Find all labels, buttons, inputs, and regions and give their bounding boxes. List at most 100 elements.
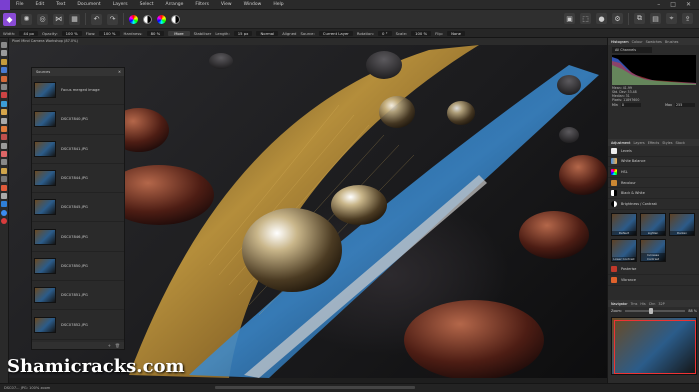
preset-default[interactable]: Default	[611, 212, 637, 236]
menu-document[interactable]: Document	[71, 2, 106, 7]
auto-contrast-icon[interactable]	[143, 14, 152, 24]
tab-channels[interactable]: Chn	[649, 302, 656, 306]
tab-navigator[interactable]: Navigator	[611, 302, 628, 306]
align-icon[interactable]: ▤	[650, 13, 661, 24]
menu-select[interactable]: Select	[134, 2, 160, 7]
scale-field[interactable]: 100 %	[411, 30, 432, 36]
preset-lower-contrast[interactable]: Lower Contrast	[611, 238, 637, 262]
tab-swatches[interactable]: Swatches	[646, 40, 662, 44]
menu-text[interactable]: Text	[50, 2, 71, 7]
adjustment-posterise[interactable]: Posterise	[608, 265, 699, 276]
dodge-brush-icon[interactable]	[1, 125, 7, 132]
assistant-icon[interactable]: ⚙	[612, 13, 623, 24]
auto-levels-icon[interactable]	[171, 14, 180, 24]
adjustment-vibrance[interactable]: Vibrance	[608, 275, 699, 286]
colour-picker-icon[interactable]	[1, 92, 7, 99]
smudge-brush-icon[interactable]	[1, 142, 7, 149]
pen-tool-icon[interactable]	[1, 167, 7, 174]
tone-map-persona-icon[interactable]: ⋈	[53, 13, 64, 25]
flood-select-icon[interactable]	[1, 75, 7, 82]
menu-window[interactable]: Window	[238, 2, 268, 7]
preset-lighten[interactable]: Lighten	[640, 212, 666, 236]
tab-colour[interactable]: Colour	[632, 40, 643, 44]
quick-mask-icon[interactable]: ▣	[564, 13, 575, 24]
aligned-checkbox[interactable]: Aligned	[282, 31, 296, 36]
menu-arrange[interactable]: Arrange	[159, 2, 189, 7]
text-tool-icon[interactable]	[1, 193, 7, 200]
undo-icon[interactable]: ↶	[91, 13, 102, 25]
tab-styles[interactable]: Styles	[662, 141, 672, 145]
secondary-colour-icon[interactable]	[1, 218, 7, 225]
selection-icon[interactable]: ⬚	[580, 13, 591, 24]
close-button[interactable]: ✕	[686, 1, 691, 8]
red-eye-tool-icon[interactable]	[1, 159, 7, 166]
adjustment-black-white[interactable]: Black & White	[608, 188, 699, 199]
panel-close-icon[interactable]: ✕	[118, 68, 121, 76]
preset-darken[interactable]: Darken	[669, 212, 695, 236]
horizontal-scrollbar[interactable]	[215, 386, 415, 389]
zoom-value[interactable]: 88 %	[688, 309, 697, 313]
maximize-button[interactable]: □	[670, 1, 676, 8]
max-field[interactable]: 255	[675, 103, 695, 107]
source-item[interactable]: DSC07841.JPG	[32, 135, 124, 164]
clone-brush-icon[interactable]	[1, 134, 7, 141]
menu-help[interactable]: Help	[267, 2, 289, 7]
adjustment-white-balance[interactable]: White Balance	[608, 157, 699, 168]
erase-brush-icon[interactable]	[1, 117, 7, 124]
red-eye-icon[interactable]: ●	[596, 13, 607, 24]
marquee-tool-icon[interactable]	[1, 83, 7, 90]
liquify-persona-icon[interactable]: ✺	[21, 13, 32, 25]
more-button[interactable]: More	[168, 30, 190, 36]
source-item[interactable]: DSC07852.JPG	[32, 310, 124, 340]
zoom-slider-handle[interactable]	[649, 308, 654, 314]
tab-history[interactable]: His	[640, 302, 645, 306]
tab-32p[interactable]: 32P	[658, 302, 664, 306]
opacity-field[interactable]: 100 %	[61, 30, 82, 36]
stabiliser-checkbox[interactable]: Stabiliser	[194, 31, 212, 36]
min-field[interactable]: 0	[620, 103, 641, 107]
gradient-tool-icon[interactable]	[1, 201, 7, 208]
blend-mode-select[interactable]: Normal	[256, 30, 279, 36]
redo-icon[interactable]: ↷	[107, 13, 118, 25]
source-item[interactable]: Focus merged image	[32, 76, 124, 106]
view-tool-icon[interactable]	[1, 50, 7, 57]
selection-brush-icon[interactable]	[1, 67, 7, 74]
tab-adjustment[interactable]: Adjustment	[611, 141, 630, 145]
develop-persona-icon[interactable]: ◎	[37, 13, 48, 25]
adjustment-hsl[interactable]: HSL	[608, 167, 699, 178]
source-item[interactable]: DSC07850.JPG	[32, 252, 124, 282]
source-item[interactable]: DSC07844.JPG	[32, 164, 124, 194]
document-tab[interactable]: Pixel Mind Camera Workshop (87.0%)	[9, 38, 607, 45]
length-field[interactable]: 15 px	[233, 30, 253, 36]
share-icon[interactable]: ⇪	[682, 13, 693, 24]
delete-source-icon[interactable]: 🗑	[115, 343, 120, 348]
add-source-icon[interactable]: +	[108, 343, 111, 348]
channel-select[interactable]: All Channels	[612, 47, 652, 53]
tab-effects[interactable]: Effects	[648, 141, 660, 145]
paint-brush-icon[interactable]	[1, 109, 7, 116]
export-persona-icon[interactable]: ▦	[69, 13, 80, 25]
adjustment-recolour[interactable]: Recolour	[608, 178, 699, 189]
source-item[interactable]: DSC07851.JPG	[32, 281, 124, 311]
healing-brush-icon[interactable]	[1, 151, 7, 158]
snapping-icon[interactable]: ⌖	[666, 13, 677, 24]
tab-brushes[interactable]: Brushes	[665, 40, 679, 44]
width-field[interactable]: 44 px	[19, 30, 39, 36]
source-item[interactable]: DSC07846.JPG	[32, 222, 124, 252]
adjustment-brightness-contrast[interactable]: Brightness / Contrast	[608, 199, 699, 210]
arrange-icon[interactable]: ⧉	[634, 13, 645, 24]
tab-stock[interactable]: Stock	[676, 141, 685, 145]
source-item[interactable]: DSC07845.JPG	[32, 193, 124, 223]
fill-tool-icon[interactable]	[1, 100, 7, 107]
flip-select[interactable]: None	[447, 30, 466, 36]
move-tool-icon[interactable]	[1, 42, 7, 48]
tab-histogram[interactable]: Histogram	[611, 40, 629, 44]
minimize-button[interactable]: –	[657, 1, 660, 8]
tab-transform[interactable]: Trns	[631, 302, 638, 306]
navigator-thumbnail[interactable]	[611, 317, 697, 375]
photo-persona-icon[interactable]: ◆	[3, 12, 16, 26]
zoom-slider[interactable]	[624, 308, 686, 314]
menu-layers[interactable]: Layers	[107, 2, 134, 7]
hardness-field[interactable]: 80 %	[146, 30, 165, 36]
crop-tool-icon[interactable]	[1, 58, 7, 65]
